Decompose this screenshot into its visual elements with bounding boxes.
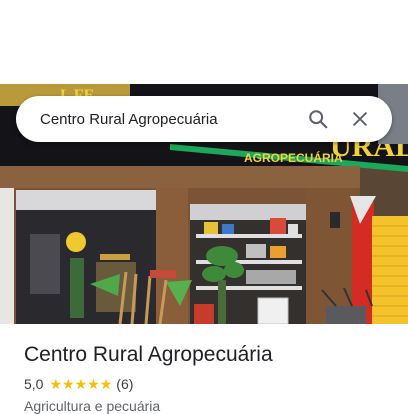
star-icon: ★	[87, 376, 100, 392]
search-icon	[309, 110, 328, 129]
star-icon: ★	[99, 376, 113, 392]
search-button[interactable]	[300, 101, 336, 137]
search-bar[interactable]: Centro Rural Agropecuária	[16, 96, 392, 142]
star-rating: ★ ★ ★ ★ ★	[49, 377, 112, 391]
sign-text-agropecuaria: AGROPECUÁRIA	[244, 150, 343, 165]
search-input[interactable]: Centro Rural Agropecuária	[40, 111, 300, 128]
rating-value: 5,0	[24, 376, 44, 392]
rating-row[interactable]: 5,0 ★ ★ ★ ★ ★ (6)	[24, 376, 133, 392]
star-icon: ★	[74, 376, 88, 392]
close-icon	[353, 112, 367, 126]
clear-button[interactable]	[342, 101, 378, 137]
star-icon: ★	[62, 376, 75, 392]
top-blank-area	[0, 0, 408, 84]
review-count[interactable]: (6)	[116, 376, 133, 392]
place-title: Centro Rural Agropecuária	[24, 343, 273, 366]
place-info-panel: Centro Rural Agropecuária 5,0 ★ ★ ★ ★ ★ …	[0, 324, 408, 414]
star-icon: ★	[49, 376, 63, 392]
place-category: Agricultura e pecuária	[24, 398, 161, 414]
